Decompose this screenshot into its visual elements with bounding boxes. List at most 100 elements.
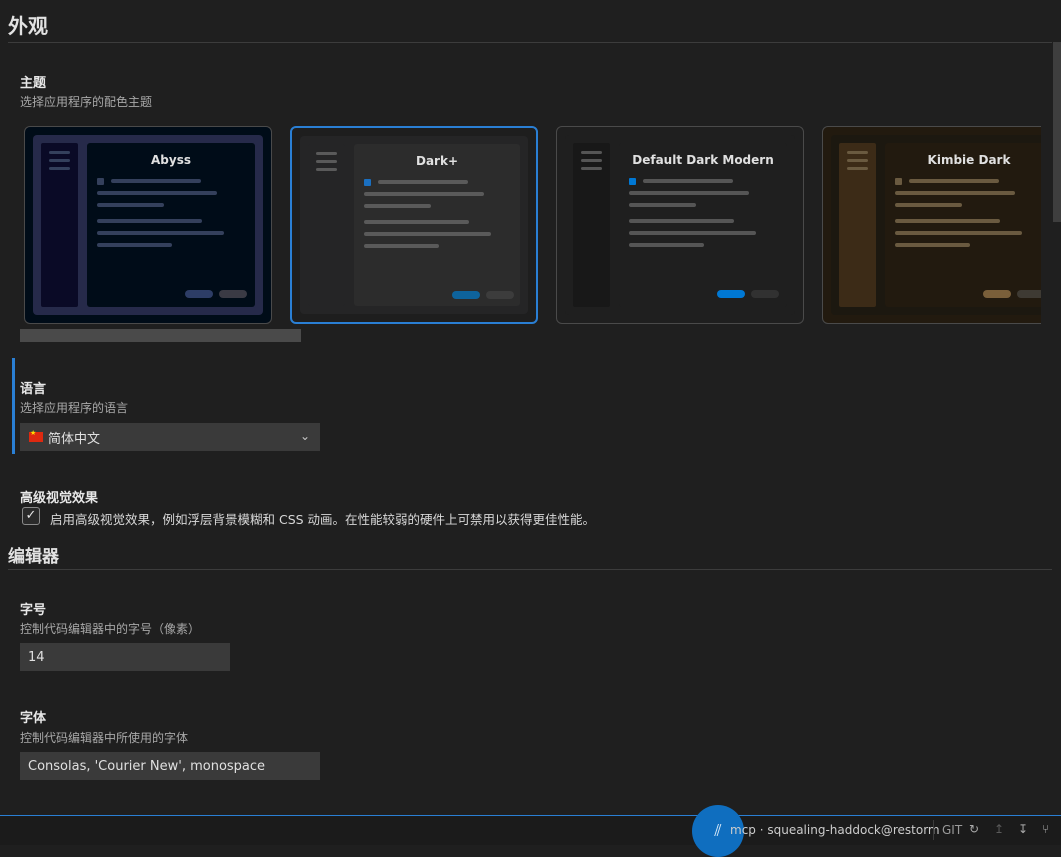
theme-preview-button	[486, 291, 514, 299]
theme-card[interactable]: Dark+	[290, 126, 538, 324]
theme-preview-button	[751, 290, 779, 298]
font-family-desc: 控制代码编辑器中所使用的字体	[20, 731, 189, 745]
theme-preview-sidebar-line	[847, 167, 868, 170]
theme-card[interactable]: Abyss	[24, 126, 272, 324]
theme-preview-button	[219, 290, 247, 298]
theme-preview-line	[97, 191, 217, 195]
visual-effects-checkbox[interactable]: ✓	[22, 507, 40, 525]
theme-preview-line	[364, 192, 484, 196]
remote-connection-label[interactable]: mcp · squealing-haddock@restorm	[730, 823, 940, 837]
theme-preview-line	[364, 204, 431, 208]
theme-preview-dot	[895, 178, 902, 185]
push-icon[interactable]: ↥	[994, 822, 1004, 836]
theme-preview-editor: Dark+	[354, 144, 520, 306]
theme-preview-sidebar-line	[581, 151, 602, 154]
theme-preview-dot	[629, 178, 636, 185]
language-setting-desc: 选择应用程序的语言	[20, 401, 129, 415]
theme-preview-line	[909, 179, 999, 183]
theme-preview-line	[378, 180, 468, 184]
theme-preview-sidebar-line	[49, 167, 70, 170]
theme-preview-button	[717, 290, 745, 298]
theme-preview-line	[97, 219, 202, 223]
theme-name: Abyss	[151, 153, 191, 167]
theme-preview-dot	[97, 178, 104, 185]
theme-preview-sidebar	[839, 143, 876, 307]
theme-card[interactable]: Default Dark Modern	[556, 126, 804, 324]
refresh-icon[interactable]: ↻	[969, 822, 979, 836]
theme-preview-sidebar	[573, 143, 610, 307]
theme-preview-frame: Kimbie Dark	[831, 135, 1041, 315]
theme-preview-editor: Abyss	[87, 143, 255, 307]
theme-preview-button	[983, 290, 1011, 298]
theme-preview-line	[895, 191, 1015, 195]
theme-preview-sidebar-line	[316, 168, 337, 171]
language-setting-title: 语言	[20, 382, 47, 397]
theme-list-scrollbar[interactable]	[20, 329, 301, 342]
theme-name: Kimbie Dark	[927, 153, 1011, 167]
theme-preview-sidebar-line	[581, 167, 602, 170]
theme-preview-dot	[364, 179, 371, 186]
theme-preview-frame: Dark+	[300, 136, 528, 314]
theme-preview-line	[895, 243, 970, 247]
theme-preview-sidebar-line	[316, 160, 337, 163]
theme-name: Default Dark Modern	[632, 153, 774, 167]
theme-preview-sidebar-line	[847, 151, 868, 154]
branch-icon[interactable]: ⑂	[1042, 822, 1049, 836]
theme-preview-frame: Default Dark Modern	[565, 135, 795, 315]
theme-preview-line	[629, 203, 696, 207]
theme-preview-line	[629, 243, 704, 247]
font-size-desc: 控制代码编辑器中的字号（像素）	[20, 622, 201, 636]
section-divider	[8, 569, 1052, 570]
section-divider	[8, 42, 1052, 43]
theme-preview-sidebar-line	[49, 151, 70, 154]
theme-preview-button	[1017, 290, 1041, 298]
font-family-title: 字体	[20, 711, 47, 726]
theme-preview-line	[895, 231, 1022, 235]
font-size-title: 字号	[20, 603, 47, 618]
theme-preview-sidebar-line	[49, 159, 70, 162]
language-select[interactable]: 简体中文 ⌄	[20, 423, 320, 451]
theme-preview-sidebar-line	[847, 159, 868, 162]
theme-preview-line	[895, 203, 962, 207]
visual-effects-label: 启用高级视觉效果，例如浮层背景模糊和 CSS 动画。在性能较弱的硬件上可禁用以获…	[50, 512, 596, 527]
visual-effects-title: 高级视觉效果	[20, 491, 99, 506]
theme-preview-line	[643, 179, 733, 183]
status-separator	[933, 820, 934, 840]
theme-card-list: Abyss Dark+ Default Dark Modern Kimbie Dark	[20, 124, 1041, 329]
theme-setting-title: 主题	[20, 76, 47, 91]
theme-preview-line	[629, 191, 749, 195]
theme-name: Dark+	[415, 154, 458, 168]
theme-preview-button	[185, 290, 213, 298]
theme-preview-editor: Default Dark Modern	[619, 143, 787, 307]
theme-preview-frame: Abyss	[33, 135, 263, 315]
pull-icon[interactable]: ↧	[1018, 822, 1028, 836]
theme-preview-line	[364, 244, 439, 248]
section-title-appearance: 外观	[8, 14, 48, 38]
china-flag-icon	[29, 429, 43, 442]
theme-preview-sidebar	[41, 143, 78, 307]
theme-card[interactable]: Kimbie Dark	[822, 126, 1041, 324]
theme-preview-line	[97, 203, 164, 207]
section-title-editor: 编辑器	[8, 547, 59, 567]
git-label[interactable]: GIT	[942, 823, 962, 837]
theme-preview-sidebar	[308, 144, 345, 306]
theme-preview-line	[97, 243, 172, 247]
page-scrollbar-thumb[interactable]	[1053, 42, 1061, 222]
theme-preview-line	[364, 232, 491, 236]
theme-preview-line	[629, 231, 756, 235]
theme-preview-line	[364, 220, 469, 224]
theme-preview-line	[97, 231, 224, 235]
theme-setting-desc: 选择应用程序的配色主题	[20, 95, 153, 109]
check-icon: ✓	[25, 508, 37, 523]
theme-preview-button	[452, 291, 480, 299]
theme-preview-sidebar-line	[316, 152, 337, 155]
font-size-input[interactable]: 14	[20, 643, 230, 671]
language-select-value: 简体中文	[48, 431, 101, 447]
focus-indicator	[12, 358, 15, 454]
theme-preview-line	[895, 219, 1000, 223]
chevron-down-icon: ⌄	[299, 429, 310, 443]
remote-icon: ⫽	[714, 821, 722, 840]
theme-preview-line	[629, 219, 734, 223]
theme-preview-line	[111, 179, 201, 183]
font-family-input[interactable]: Consolas, 'Courier New', monospace	[20, 752, 320, 780]
